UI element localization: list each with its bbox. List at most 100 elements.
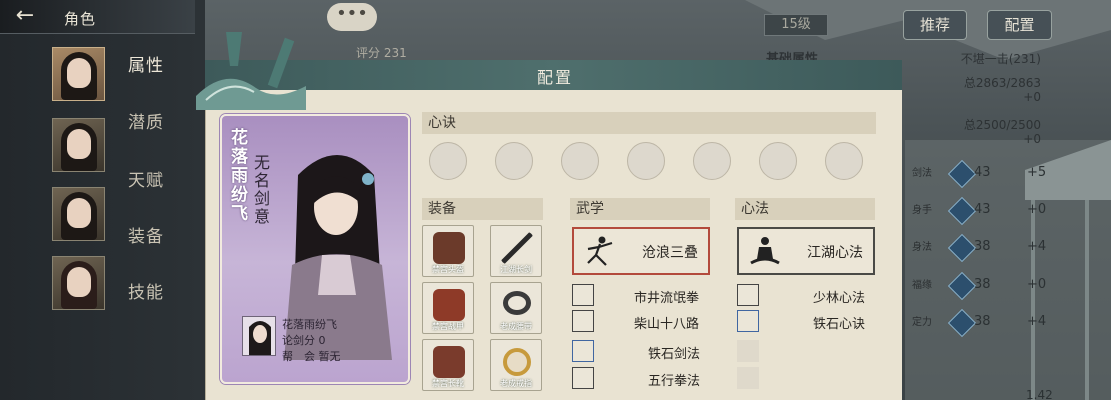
martial-skill-icon (572, 340, 594, 362)
sidebar-tab-label[interactable]: 属性 (128, 51, 164, 76)
inner-skill-row[interactable]: 少林心法 (737, 284, 875, 306)
character-guild: 帮 会 暂无 (282, 350, 341, 363)
mp-text: 总2500/2500 (963, 118, 1041, 132)
config-button[interactable]: 配置 (987, 10, 1052, 40)
stat-plus: +4 (1027, 239, 1047, 254)
empty-inner-slot[interactable] (737, 367, 759, 389)
chat-bubble-icon[interactable]: ••• (327, 3, 377, 31)
martial-skill-name: 柴山十八路 (634, 317, 700, 332)
sword-icon (501, 232, 533, 264)
xinjue-slot[interactable] (825, 142, 863, 180)
xinjue-slot[interactable] (759, 142, 797, 180)
character-rank: 论剑分 0 (282, 334, 326, 347)
stat-row: 剑法 43 +5 (912, 159, 1052, 189)
sidebar-tab-label[interactable]: 天赋 (128, 166, 164, 191)
stat-row: 定力 38 +4 (912, 308, 1052, 338)
equipment-header: 装备 (422, 198, 543, 220)
helmet-icon (433, 232, 465, 264)
stat-plus: +5 (1027, 165, 1047, 180)
character-title: 无名剑意 (251, 154, 270, 226)
martial-main-slot[interactable]: 沧浪三叠 (572, 227, 710, 275)
boots-icon (433, 346, 465, 378)
martial-main-name: 沧浪三叠 (642, 245, 698, 261)
martial-skill-name: 市井流氓拳 (634, 291, 700, 306)
stat-label: 福缘 (912, 280, 932, 291)
equip-slot-boots[interactable]: 禁宫长靴 (422, 339, 474, 391)
stat-diamond-icon (947, 233, 977, 263)
face-shape (67, 198, 91, 228)
sidebar-tab-equipment[interactable] (52, 256, 105, 310)
martial-pose-icon (587, 236, 613, 266)
martial-skill-row[interactable]: 柴山十八路 (572, 310, 710, 332)
martial-skill-name: 铁石剑法 (648, 347, 701, 362)
equip-label: 老成戒指 (500, 379, 532, 388)
stat-value: 43 (974, 165, 991, 180)
equip-slot-ring[interactable]: 老成戒指 (490, 339, 542, 391)
martial-skill-icon (572, 367, 594, 389)
hp-plus: +0 (1023, 90, 1041, 104)
equip-slot-armor[interactable]: 禁宫战甲 (422, 282, 474, 334)
inner-skill-row[interactable]: 铁石心诀 (737, 310, 875, 332)
stat-row: 福缘 38 +0 (912, 271, 1052, 301)
ring-icon (503, 348, 531, 376)
martial-skill-row[interactable]: 铁石剑法 (572, 340, 710, 362)
equip-slot-weapon[interactable]: 江湖长剑 (490, 225, 542, 277)
stat-label: 定力 (912, 317, 932, 328)
xinjue-slot[interactable] (429, 142, 467, 180)
stat-label: 剑法 (912, 168, 932, 179)
stat-row: 身手 43 +0 (912, 196, 1052, 226)
face-shape (67, 58, 91, 88)
xinjue-header: 心诀 (422, 112, 876, 134)
armor-icon (433, 289, 465, 321)
equip-slot-helmet[interactable]: 禁宫头盔 (422, 225, 474, 277)
martial-skill-row[interactable]: 市井流氓拳 (572, 284, 710, 306)
equip-label: 禁宫长靴 (432, 379, 464, 388)
inner-main-name: 江湖心法 (807, 245, 863, 261)
empty-inner-slot[interactable] (737, 340, 759, 362)
sidebar-tab-attributes[interactable] (52, 47, 105, 101)
xinjue-slot[interactable] (561, 142, 599, 180)
inner-skill-name: 少林心法 (813, 291, 866, 306)
inner-skill-icon (737, 284, 759, 306)
stat-value: 38 (974, 314, 991, 329)
sword-ornament-icon (196, 32, 306, 110)
score-text: 评分 231 (356, 46, 407, 60)
belt-icon (503, 291, 531, 315)
level-badge: 15级 (764, 14, 828, 36)
xinjue-slot[interactable] (693, 142, 731, 180)
stat-value: 43 (974, 202, 991, 217)
stat-value: 38 (974, 239, 991, 254)
sidebar-tab-label[interactable]: 潜质 (128, 108, 164, 133)
equip-label: 老成腰带 (500, 322, 532, 331)
sidebar-tab-label[interactable]: 装备 (128, 222, 164, 247)
sidebar-tab-potential[interactable] (52, 118, 105, 172)
stat-diamond-icon (947, 271, 977, 301)
sidebar-tab-talent[interactable] (52, 187, 105, 241)
hp-text: 总2863/2863 (963, 76, 1041, 90)
stat-plus: +4 (1027, 314, 1047, 329)
character-name: 花落雨纷飞 (227, 128, 247, 223)
inner-skill-icon (737, 310, 759, 332)
martial-skill-row[interactable]: 五行拳法 (572, 367, 710, 389)
equip-label: 禁宫头盔 (432, 265, 464, 274)
stat-diamond-icon (947, 159, 977, 189)
modal-title: 配置 (536, 68, 573, 87)
martial-skill-name: 五行拳法 (648, 374, 701, 389)
xinjue-slot[interactable] (495, 142, 533, 180)
equip-slot-belt[interactable]: 老成腰带 (490, 282, 542, 334)
page-title: 角色 (64, 10, 97, 28)
back-arrow-icon[interactable]: ← (6, 5, 44, 29)
face-shape (67, 129, 91, 159)
stat-plus: +0 (1027, 277, 1047, 292)
recommend-button[interactable]: 推荐 (903, 10, 967, 40)
rank-title: 不堪一击(231) (960, 52, 1041, 66)
inner-main-slot[interactable]: 江湖心法 (737, 227, 875, 275)
stat-diamond-icon (947, 308, 977, 338)
top-bar: ← 角色 (0, 0, 195, 34)
meditation-icon (750, 237, 780, 265)
xinjue-slot[interactable] (627, 142, 665, 180)
sidebar-tab-label[interactable]: 技能 (128, 278, 164, 303)
martial-skill-icon (572, 310, 594, 332)
character-small-name: 花落雨纷飞 (282, 318, 337, 331)
equip-label: 禁宫战甲 (432, 322, 464, 331)
